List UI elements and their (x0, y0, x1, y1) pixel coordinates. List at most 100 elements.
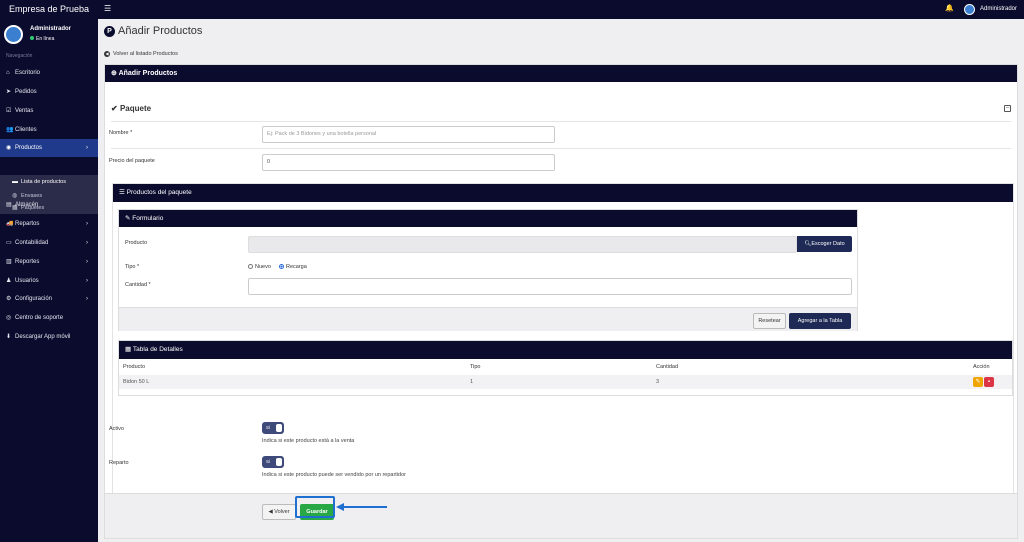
sidebar-item-pedidos[interactable]: ➤ Pedidos (0, 83, 98, 101)
toggle-knob (276, 458, 282, 466)
table-icon: ▦ (125, 346, 133, 353)
paper-plane-icon: ➤ (6, 89, 12, 95)
users-icon: 👥 (6, 127, 14, 133)
toggle-text: Sí (266, 425, 271, 430)
productos-paquete-card: ☰ Productos del paquete ✎ Formulario Pro… (112, 183, 1014, 521)
sidebar-item-clientes[interactable]: 👥 Clientes (0, 121, 98, 139)
subitem-lista-productos[interactable]: ▬ Lista de productos (12, 179, 66, 185)
sidebar-item-ventas[interactable]: ☑ Ventas (0, 102, 98, 120)
subitem-label: Lista de productos (21, 179, 66, 185)
productos-header-text: Productos del paquete (126, 189, 192, 196)
pointer-arrow-line (343, 506, 387, 508)
arrow-left-icon: ◀ (104, 51, 110, 57)
productos-paquete-header: ☰ Productos del paquete (113, 184, 1013, 202)
tabla-detalles-card: ▦ Tabla de Detalles Producto Tipo Cantid… (118, 340, 1013, 396)
sidebar-item-contabilidad[interactable]: ▭ Contabilidad › (0, 234, 98, 252)
truck-icon: 🚚 (6, 221, 14, 227)
formulario-header: ✎ Formulario (119, 210, 857, 227)
product-p-icon: P (104, 26, 115, 37)
cantidad-input[interactable] (248, 278, 852, 295)
section-title: ✔ Paquete (111, 104, 151, 113)
sidebar-item-label: Escritorio (15, 70, 41, 76)
tabla-detalles-header: ▦ Tabla de Detalles (119, 341, 1012, 359)
pencil-icon: ✎ (975, 379, 981, 385)
section-title-text: Paquete (119, 104, 152, 113)
sidebar-item-label: Clientes (15, 127, 37, 133)
user-avatar[interactable] (964, 4, 975, 15)
tipo-radio-nuevo[interactable]: Nuevo (248, 264, 271, 270)
sidebar-item-escritorio[interactable]: ⌂ Escritorio (0, 64, 98, 82)
list-icon: ▬ (12, 179, 18, 185)
escoger-button-label: Escoger Dato (811, 241, 845, 247)
user-icon: ♟ (6, 278, 12, 284)
escoger-dato-button[interactable]: 🔍︎Escoger Dato (797, 236, 852, 252)
radio-recarga-label: Recarga (286, 264, 307, 270)
sidebar-item-descargar-app[interactable]: ⬇ Descargar App móvil (0, 328, 98, 346)
support-icon: ◎ (6, 315, 12, 321)
back-to-list-link[interactable]: ◀ Volver al listado Productos (104, 51, 178, 57)
precio-input[interactable]: 0 (262, 154, 555, 171)
bell-icon[interactable]: 🔔 (945, 5, 954, 13)
top-navbar: Empresa de Prueba ☰ 🔔 Administrador (0, 0, 1024, 19)
sidebar-item-configuracion[interactable]: ⚙ Configuración › (0, 290, 98, 308)
delete-row-button[interactable]: ▪ (984, 377, 994, 387)
sidebar-item-label: Reportes (15, 259, 40, 265)
nombre-input[interactable]: Ej: Pack de 3 Bidones y una botella pers… (262, 126, 555, 143)
page-title-text: Añadir Productos (118, 25, 203, 37)
column-header-tipo: Tipo (470, 364, 481, 370)
sidebar-item-label: Centro de soporte (15, 315, 64, 321)
back-link-text: Volver al listado Productos (113, 51, 178, 57)
user-name: Administrador (30, 26, 72, 32)
sidebar-item-label: Productos (15, 145, 43, 151)
sidebar-item-repartos[interactable]: 🚚 Repartos › (0, 215, 98, 233)
card-header: ⊕ Añadir Productos (105, 65, 1017, 82)
check-icon: ✔ (111, 104, 120, 113)
sidebar-item-almacen[interactable]: ▤ Almacén (0, 196, 98, 214)
sidebar-item-label: Ventas (15, 108, 34, 114)
form-header-text: Formulario (132, 215, 164, 222)
tipo-label: Tipo * (125, 264, 140, 270)
table-header-text: Tabla de Detalles (132, 346, 183, 353)
radio-recarga[interactable] (279, 264, 284, 269)
chevron-icon: › (86, 145, 88, 151)
chart-icon: ▥ (6, 259, 12, 265)
producto-input (248, 236, 797, 253)
chevron-icon: › (86, 296, 88, 302)
reparto-label: Reparto (109, 460, 129, 466)
sidebar-item-label: Almacén (15, 202, 39, 208)
toggle-text: Sí (266, 459, 271, 464)
sidebar-item-productos[interactable]: ◉ Productos › (0, 139, 98, 157)
column-header-producto: Producto (123, 364, 146, 370)
online-dot-icon (30, 36, 34, 40)
check-square-icon: ☑ (6, 108, 12, 114)
radio-nuevo[interactable] (248, 264, 253, 269)
toggle-knob (276, 424, 282, 432)
volver-button[interactable]: ◀ Volver (262, 504, 296, 520)
trash-icon: ▪ (987, 379, 991, 385)
collapse-icon[interactable]: – (1004, 105, 1011, 112)
tipo-radio-recarga[interactable]: Recarga (279, 264, 307, 270)
nav-header: Navegación (6, 53, 33, 59)
menu-toggle-icon[interactable]: ☰ (104, 5, 111, 13)
brand-name[interactable]: Empresa de Prueba (0, 0, 98, 19)
column-header-cantidad: Cantidad (656, 364, 679, 370)
chevron-icon: › (86, 240, 88, 246)
gear-icon: ⚙ (6, 296, 12, 302)
resetear-button[interactable]: Resetear (753, 313, 786, 329)
money-icon: ▭ (6, 240, 12, 246)
radio-nuevo-label: Nuevo (255, 264, 271, 270)
activo-toggle[interactable]: Sí (262, 422, 284, 434)
sidebar-item-usuarios[interactable]: ♟ Usuarios › (0, 272, 98, 290)
user-menu[interactable]: Administrador (980, 0, 1017, 19)
volver-button-label: Volver (274, 509, 290, 515)
agregar-tabla-button[interactable]: Agregar a la Tabla (789, 313, 851, 329)
formulario-footer: Resetear Agregar a la Tabla (119, 307, 857, 331)
sidebar-item-soporte[interactable]: ◎ Centro de soporte (0, 309, 98, 327)
reparto-toggle[interactable]: Sí (262, 456, 284, 468)
edit-row-button[interactable]: ✎ (973, 377, 983, 387)
cell-tipo: 1 (470, 379, 474, 385)
list-icon: ☰ (119, 189, 127, 196)
sidebar-item-reportes[interactable]: ▥ Reportes › (0, 253, 98, 271)
sidebar-item-label: Repartos (15, 221, 40, 227)
chevron-icon: › (86, 278, 88, 284)
